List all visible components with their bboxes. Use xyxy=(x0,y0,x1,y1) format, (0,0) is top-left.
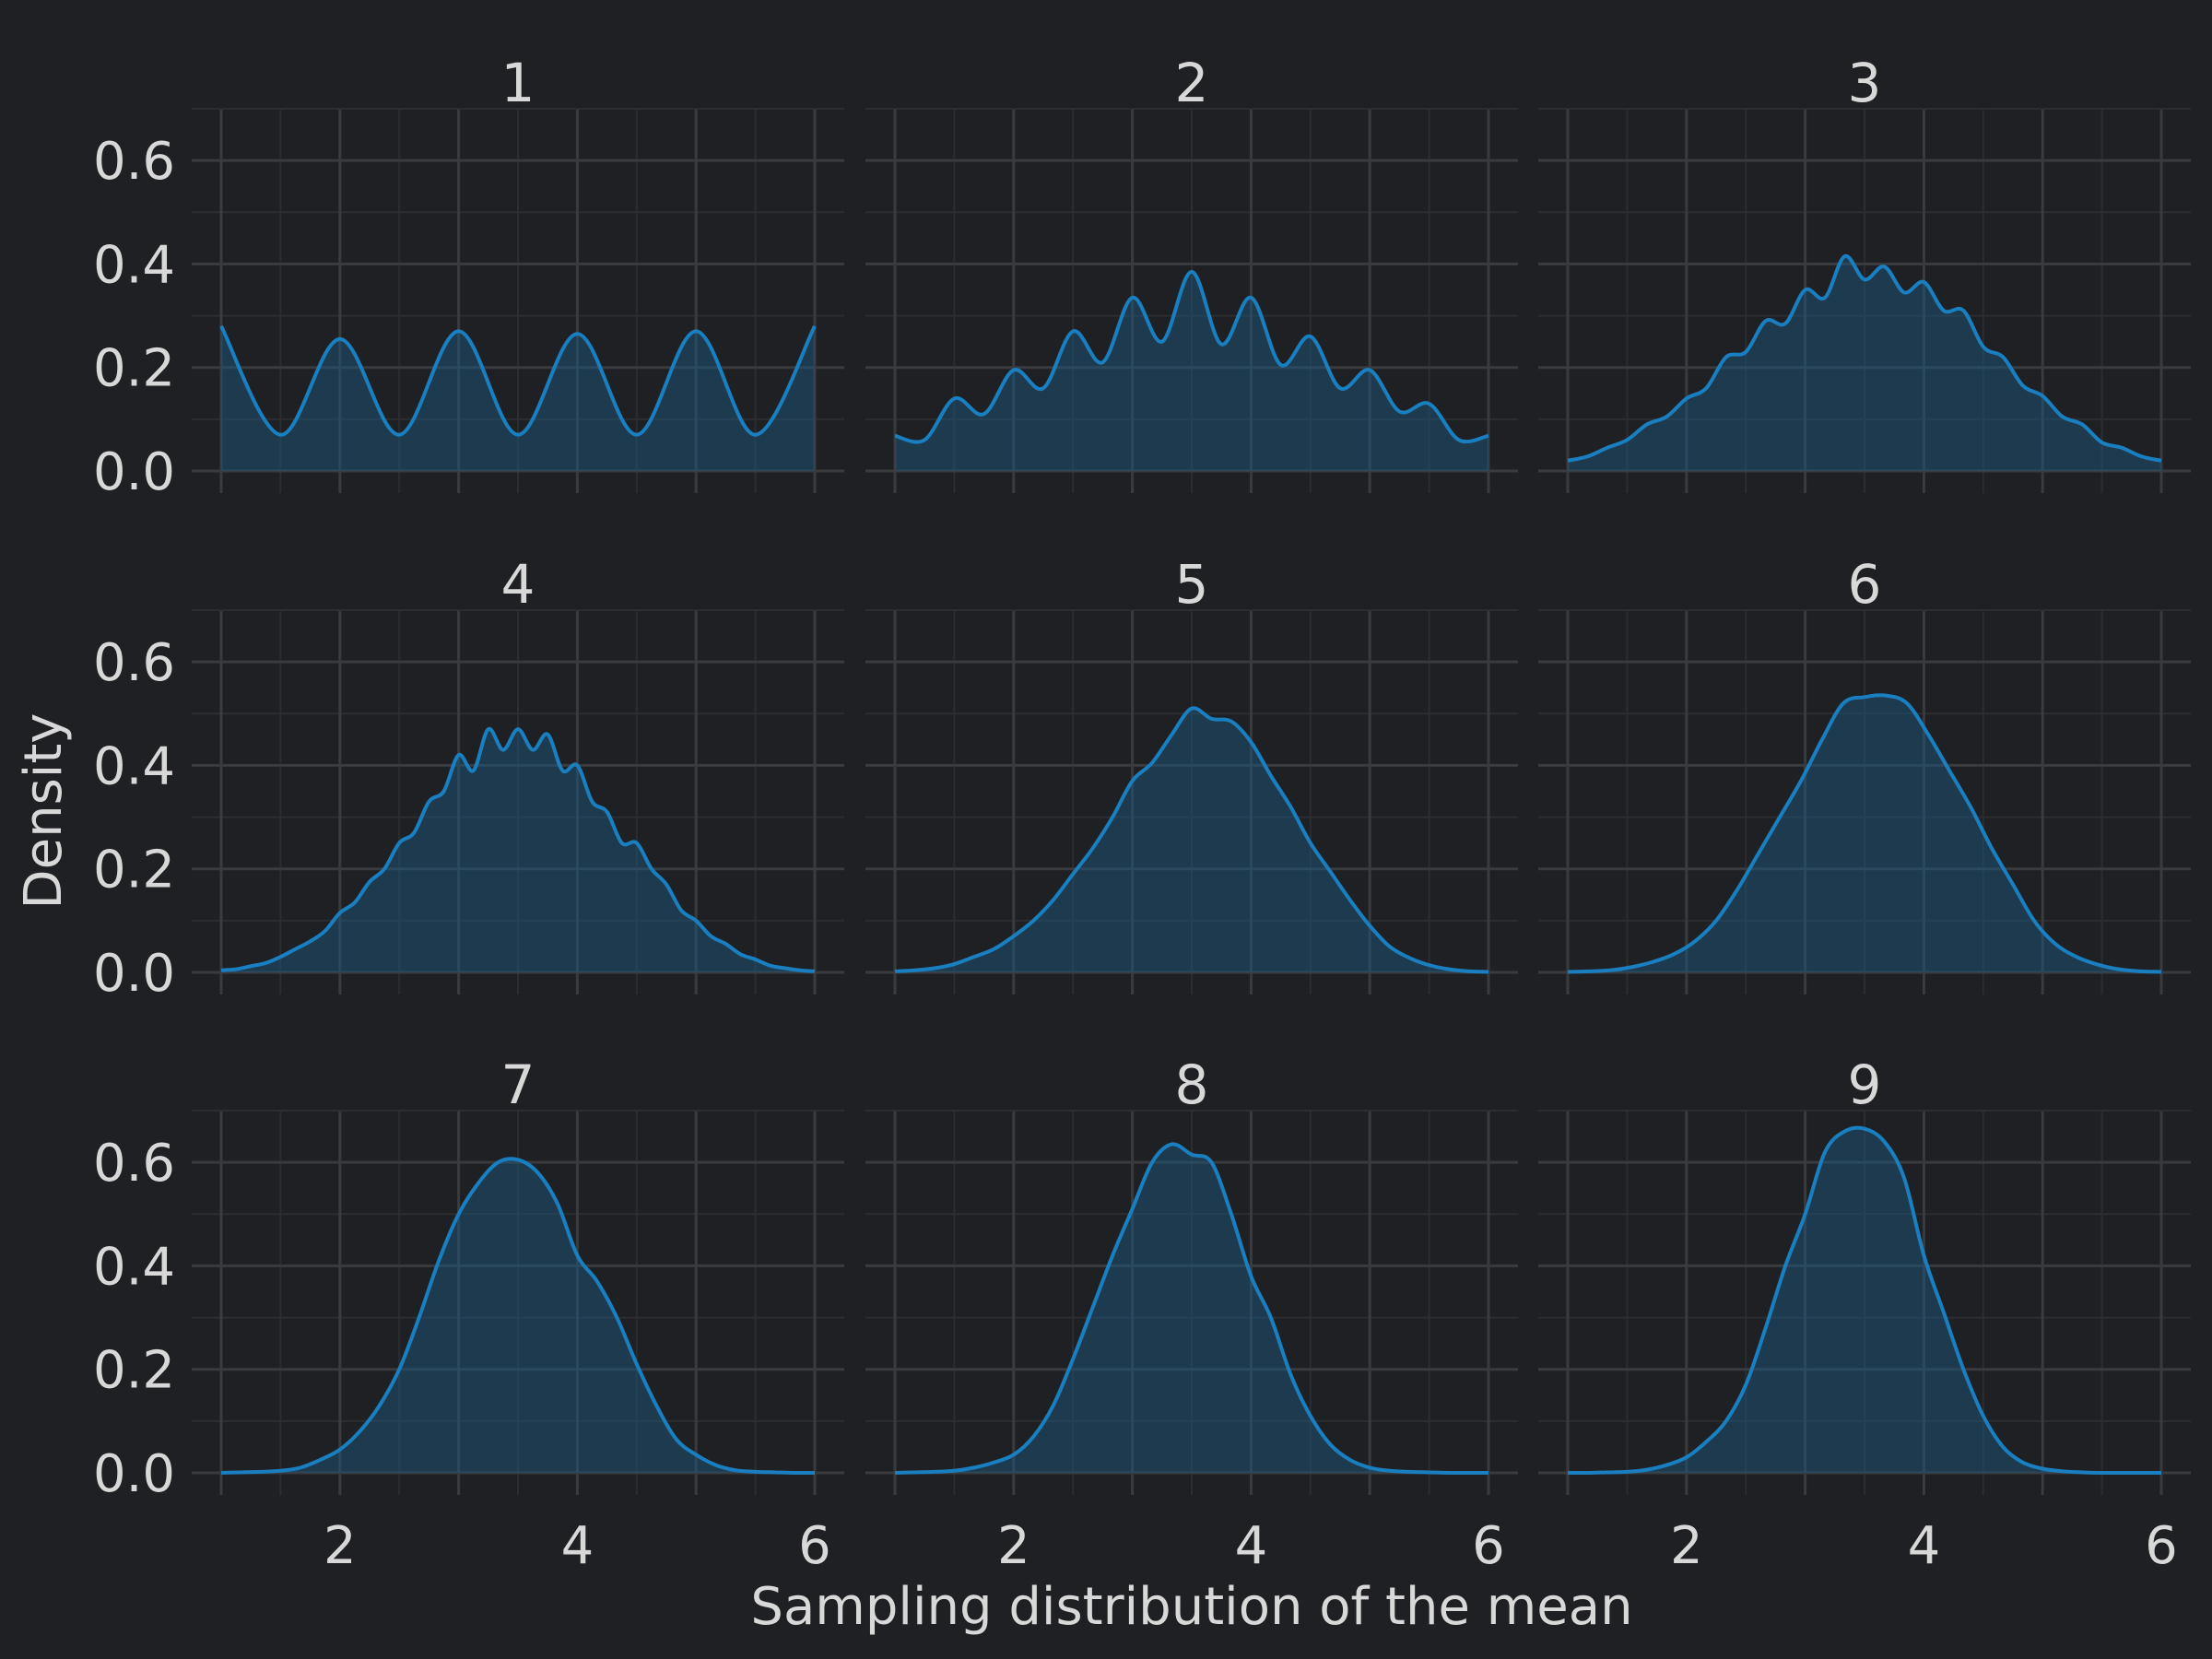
facet-title-2: 2 xyxy=(1175,52,1209,114)
facet-title-9: 9 xyxy=(1848,1053,1882,1116)
y-tick-label: 0.4 xyxy=(93,235,175,295)
y-tick-label: 0.4 xyxy=(93,1237,175,1297)
y-tick-label: 0.4 xyxy=(93,736,175,796)
x-tick-label: 2 xyxy=(1670,1516,1703,1576)
x-tick-label: 6 xyxy=(798,1516,831,1576)
facet-title-4: 4 xyxy=(501,553,535,616)
y-tick-label: 0.2 xyxy=(93,1341,175,1401)
facet-title-3: 3 xyxy=(1848,52,1882,114)
x-axis-label: Sampling distribution of the mean xyxy=(750,1577,1632,1637)
x-tick-label: 2 xyxy=(997,1516,1030,1576)
y-tick-label: 0.2 xyxy=(93,841,175,900)
facet-title-6: 6 xyxy=(1848,553,1882,616)
x-tick-label: 6 xyxy=(2145,1516,2178,1576)
facet-title-1: 1 xyxy=(501,52,535,114)
y-tick-label: 0.0 xyxy=(93,442,175,502)
facet-density-chart: 1 0.0 0.2 0.4 0.6 2 3 4 0.0 0.2 0.4 0.6 5 6 7 0.0 0.2 0.4… xyxy=(0,0,2212,1659)
x-tick-label: 4 xyxy=(1235,1516,1268,1576)
x-tick-label: 4 xyxy=(561,1516,594,1576)
y-tick-label: 0.6 xyxy=(93,633,175,693)
x-tick-label: 4 xyxy=(1908,1516,1941,1576)
y-tick-label: 0.6 xyxy=(93,132,175,192)
y-tick-label: 0.6 xyxy=(93,1134,175,1194)
y-axis-label: Density xyxy=(14,713,74,910)
x-tick-label: 2 xyxy=(324,1516,357,1576)
y-tick-label: 0.0 xyxy=(93,944,175,1004)
facet-title-5: 5 xyxy=(1175,553,1209,616)
facet-title-7: 7 xyxy=(501,1053,535,1116)
x-tick-label: 6 xyxy=(1472,1516,1505,1576)
facet-title-8: 8 xyxy=(1175,1053,1209,1116)
y-tick-label: 0.2 xyxy=(93,339,175,399)
y-tick-label: 0.0 xyxy=(93,1444,175,1504)
